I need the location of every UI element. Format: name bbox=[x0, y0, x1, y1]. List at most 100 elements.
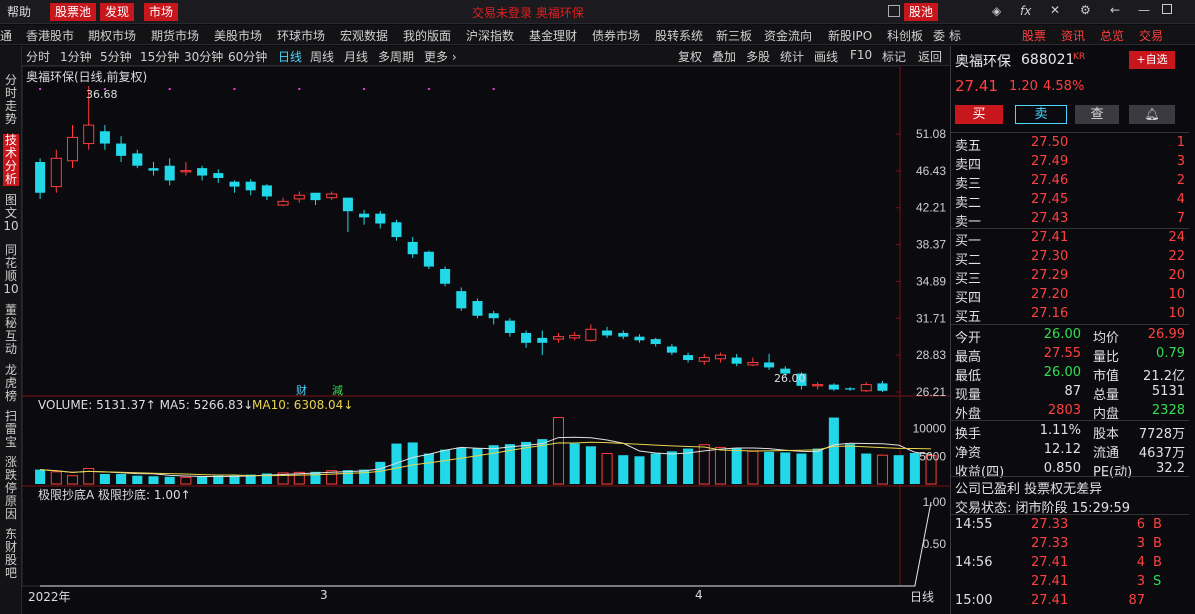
order-row[interactable]: 卖三 27.46 2 bbox=[951, 172, 1189, 192]
tools-icon[interactable]: ✕ bbox=[1050, 3, 1060, 17]
tool-back[interactable]: 返回 bbox=[918, 48, 942, 65]
check-button[interactable]: 查 bbox=[1075, 105, 1119, 124]
tab-dragon-tiger[interactable]: 龙虎榜 bbox=[3, 364, 19, 403]
grid-icon[interactable] bbox=[888, 5, 900, 17]
period-tab[interactable]: 5分钟 bbox=[100, 48, 132, 65]
order-row[interactable]: 买三 27.29 20 bbox=[951, 267, 1189, 287]
order-row[interactable]: 买一 27.41 24 bbox=[951, 229, 1189, 249]
nav-item[interactable]: 新三板 bbox=[716, 27, 752, 44]
nav-item[interactable]: 期权市场 bbox=[88, 27, 136, 44]
nav-item[interactable]: 股票 bbox=[1022, 27, 1046, 44]
layers-icon[interactable]: ◈ bbox=[992, 4, 1001, 18]
tab-guba[interactable]: 东财股吧 bbox=[3, 528, 19, 580]
nav-item[interactable]: 新股IPO bbox=[828, 27, 872, 44]
discover-button[interactable]: 发现 bbox=[100, 3, 135, 21]
period-tab-more[interactable]: 更多 › bbox=[424, 48, 457, 65]
period-tab[interactable]: 月线 bbox=[344, 48, 368, 65]
reduce-marker[interactable]: 減 bbox=[332, 382, 343, 398]
order-row[interactable]: 卖一 27.43 7 bbox=[951, 210, 1189, 230]
tab-minesweeper[interactable]: 扫雷宝 bbox=[3, 410, 19, 449]
order-row[interactable]: 买五 27.16 10 bbox=[951, 305, 1189, 325]
nav-item[interactable]: 资讯 bbox=[1061, 27, 1085, 44]
nav-item[interactable]: 标 bbox=[949, 27, 961, 44]
stats-label: 换手 bbox=[955, 427, 982, 442]
order-row[interactable]: 卖四 27.49 3 bbox=[951, 153, 1189, 173]
market-button[interactable]: 市场 bbox=[144, 3, 179, 21]
period-tab[interactable]: 多周期 bbox=[378, 48, 414, 65]
order-row[interactable]: 卖五 27.50 1 bbox=[951, 134, 1189, 154]
candle-body bbox=[683, 355, 694, 361]
buy-button[interactable]: 买 bbox=[955, 105, 1003, 124]
candle-body bbox=[132, 153, 143, 166]
period-label: 日线 bbox=[910, 590, 935, 604]
finance-marker[interactable]: 财 bbox=[296, 382, 307, 398]
nav-item[interactable]: 资金流向 bbox=[764, 27, 812, 44]
nav-item[interactable]: 期货市场 bbox=[151, 27, 199, 44]
sell-button[interactable]: 卖 bbox=[1015, 105, 1067, 124]
nav-item[interactable]: 通 bbox=[0, 27, 12, 44]
nav-item[interactable]: 香港股市 bbox=[26, 27, 74, 44]
period-tab[interactable]: 周线 bbox=[310, 48, 334, 65]
nav-item[interactable]: 我的版面 bbox=[403, 27, 451, 44]
nav-item[interactable]: 沪深指数 bbox=[466, 27, 514, 44]
price-tick-label: 34.89 bbox=[916, 274, 946, 288]
period-tab[interactable]: 分时 bbox=[26, 48, 50, 65]
nav-item[interactable]: 基金理财 bbox=[529, 27, 577, 44]
indicator-tick-label: 0.50 bbox=[923, 537, 947, 551]
nav-item[interactable]: 美股市场 bbox=[214, 27, 262, 44]
nav-item[interactable]: 委 bbox=[933, 27, 945, 44]
tab-secretary[interactable]: 董秘互动 bbox=[3, 304, 19, 356]
period-tab[interactable]: 60分钟 bbox=[228, 48, 267, 65]
tool-draw-line[interactable]: 画线 bbox=[814, 48, 838, 65]
settings-icon[interactable]: ⚙ bbox=[1080, 3, 1091, 17]
minimize-icon[interactable]: — bbox=[1138, 3, 1150, 17]
volume-bar bbox=[764, 451, 775, 484]
candle-body bbox=[66, 136, 79, 162]
period-tab[interactable]: 15分钟 bbox=[140, 48, 179, 65]
nav-item[interactable]: 总览 bbox=[1100, 27, 1124, 44]
period-tab-daily[interactable]: 日线 bbox=[278, 48, 302, 65]
nav-item[interactable]: 环球市场 bbox=[277, 27, 325, 44]
tab-ths[interactable]: 同花顺10 bbox=[3, 244, 19, 296]
nav-item[interactable]: 交易 bbox=[1139, 27, 1163, 44]
kline-chart-area[interactable]: 51.08 46.43 42.21 38.37 34.89 31.71 28.83 26.21… bbox=[22, 66, 950, 604]
tool-fuquan[interactable]: 复权 bbox=[678, 48, 702, 65]
candle-body bbox=[245, 181, 256, 191]
profit-note: 公司已盈利 投票权无差异 bbox=[955, 482, 1103, 497]
formula-icon[interactable]: fx bbox=[1020, 4, 1031, 18]
tick-price: 27.41 bbox=[1031, 555, 1069, 570]
order-row[interactable]: 卖二 27.45 4 bbox=[951, 191, 1189, 211]
nav-item[interactable]: 债券市场 bbox=[592, 27, 640, 44]
stock-pool-right-button[interactable]: 股池 bbox=[904, 3, 939, 21]
tool-stats[interactable]: 统计 bbox=[780, 48, 804, 65]
nav-item[interactable]: 股转系统 bbox=[655, 27, 703, 44]
period-tab[interactable]: 30分钟 bbox=[184, 48, 223, 65]
tab-graphics[interactable]: 图文10 bbox=[3, 194, 19, 233]
back-icon[interactable]: ← bbox=[1110, 3, 1120, 17]
chart-frame bbox=[22, 66, 901, 587]
volume-bar bbox=[197, 476, 208, 484]
tab-intraday[interactable]: 分时走势 bbox=[3, 74, 19, 126]
tool-mark[interactable]: 标记 bbox=[882, 48, 906, 65]
tab-limit-reason[interactable]: 涨跌停原因 bbox=[3, 456, 19, 521]
maximize-icon[interactable] bbox=[1162, 4, 1172, 14]
stock-code: 688021 bbox=[1021, 52, 1075, 68]
volume-bar bbox=[132, 475, 143, 484]
candle-body bbox=[731, 357, 742, 364]
stock-pool-button[interactable]: 股票池 bbox=[50, 3, 97, 21]
tool-multi-stock[interactable]: 多股 bbox=[746, 48, 770, 65]
kline-chart[interactable]: 51.08 46.43 42.21 38.37 34.89 31.71 28.83 26.21… bbox=[22, 66, 950, 604]
nav-item[interactable]: 科创板 bbox=[887, 27, 923, 44]
tool-overlay[interactable]: 叠加 bbox=[712, 48, 736, 65]
tab-technical-analysis[interactable]: 技术分析 bbox=[3, 134, 19, 186]
order-row[interactable]: 买四 27.20 10 bbox=[951, 286, 1189, 306]
period-tab[interactable]: 1分钟 bbox=[60, 48, 92, 65]
tool-f10[interactable]: F10 bbox=[850, 48, 872, 62]
nav-item[interactable]: 宏观数据 bbox=[340, 27, 388, 44]
volume-bar bbox=[585, 446, 596, 484]
add-favorite-button[interactable]: +自选 bbox=[1129, 51, 1175, 69]
help-menu[interactable]: 帮助 bbox=[2, 3, 36, 21]
bell-icon[interactable]: 🔔︎ bbox=[1129, 105, 1175, 124]
order-row[interactable]: 买二 27.30 22 bbox=[951, 248, 1189, 268]
candle-body bbox=[521, 332, 532, 343]
